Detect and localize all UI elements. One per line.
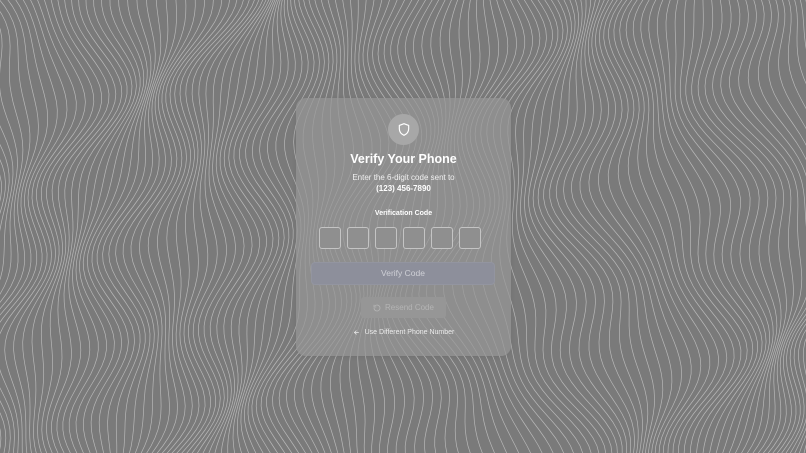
resend-code-button[interactable]: Resend Code [361, 297, 446, 318]
code-digit-3[interactable] [375, 227, 397, 249]
page-title: Verify Your Phone [350, 152, 457, 166]
code-digit-6[interactable] [459, 227, 481, 249]
code-digit-2[interactable] [347, 227, 369, 249]
arrow-left-icon [353, 330, 359, 335]
use-different-number-link[interactable]: Use Different Phone Number [296, 329, 511, 336]
code-digit-5[interactable] [431, 227, 453, 249]
code-digit-4[interactable] [403, 227, 425, 249]
instruction-text: Enter the 6-digit code sent to [352, 173, 455, 182]
shield-icon [398, 123, 409, 136]
resend-code-label: Resend Code [385, 303, 434, 312]
code-input-group [319, 227, 481, 249]
use-different-number-label: Use Different Phone Number [364, 329, 455, 336]
code-digit-1[interactable] [319, 227, 341, 249]
verification-code-label: Verification Code [374, 210, 433, 217]
refresh-icon [373, 304, 381, 311]
phone-number: (123) 456-7890 [376, 184, 431, 193]
shield-badge [388, 114, 419, 145]
verify-code-button[interactable]: Verify Code [311, 262, 495, 285]
verification-card: Verify Your Phone Enter the 6-digit code… [296, 98, 511, 356]
